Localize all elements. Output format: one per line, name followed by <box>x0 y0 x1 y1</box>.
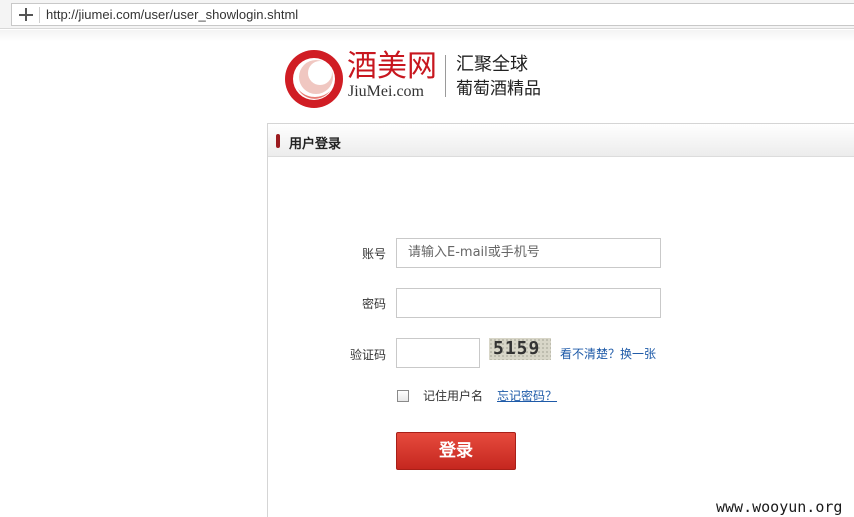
panel-title: 用户登录 <box>289 137 342 152</box>
account-input[interactable]: 请输入E-mail或手机号 <box>396 238 661 268</box>
browser-toolbar: http://jiumei.com/user/user_showlogin.sh… <box>0 0 854 29</box>
header-shade <box>0 30 854 42</box>
address-url[interactable]: http://jiumei.com/user/user_showlogin.sh… <box>46 7 298 22</box>
captcha-code: 5159 <box>493 338 541 359</box>
site-logo[interactable]: 酒美网 JiuMei.com 汇聚全球 葡萄酒精品 <box>284 49 554 111</box>
remember-username-checkbox[interactable] <box>397 390 409 402</box>
slogan-line-1: 汇聚全球 <box>456 54 528 75</box>
title-marker <box>276 134 280 148</box>
password-label: 密码 <box>361 297 386 311</box>
login-button[interactable]: 登录 <box>396 432 516 470</box>
login-panel: 用户登录 <box>267 123 854 517</box>
watermark: www.wooyun.org <box>716 498 843 516</box>
captcha-input[interactable] <box>396 338 480 368</box>
account-label: 账号 <box>361 247 386 261</box>
remember-username-label[interactable]: 记住用户名 <box>423 387 483 404</box>
slogan-line-2: 葡萄酒精品 <box>456 79 541 99</box>
logo-domain: JiuMei.com <box>348 83 424 100</box>
panel-header: 用户登录 <box>268 124 854 157</box>
new-tab-plus-icon[interactable] <box>18 5 34 23</box>
captcha-image[interactable]: 5159 <box>489 338 551 360</box>
logo-divider <box>445 55 446 97</box>
forgot-password-link[interactable]: 忘记密码？ <box>497 387 557 404</box>
jiumei-ring-logo-icon <box>285 50 343 108</box>
captcha-label: 验证码 <box>349 348 386 362</box>
address-bar[interactable]: http://jiumei.com/user/user_showlogin.sh… <box>11 3 854 26</box>
address-bar-divider <box>39 7 40 23</box>
logo-name: 酒美网 <box>347 49 437 84</box>
refresh-captcha-link[interactable]: 看不清楚？换一张 <box>560 345 656 362</box>
password-input[interactable] <box>396 288 661 318</box>
